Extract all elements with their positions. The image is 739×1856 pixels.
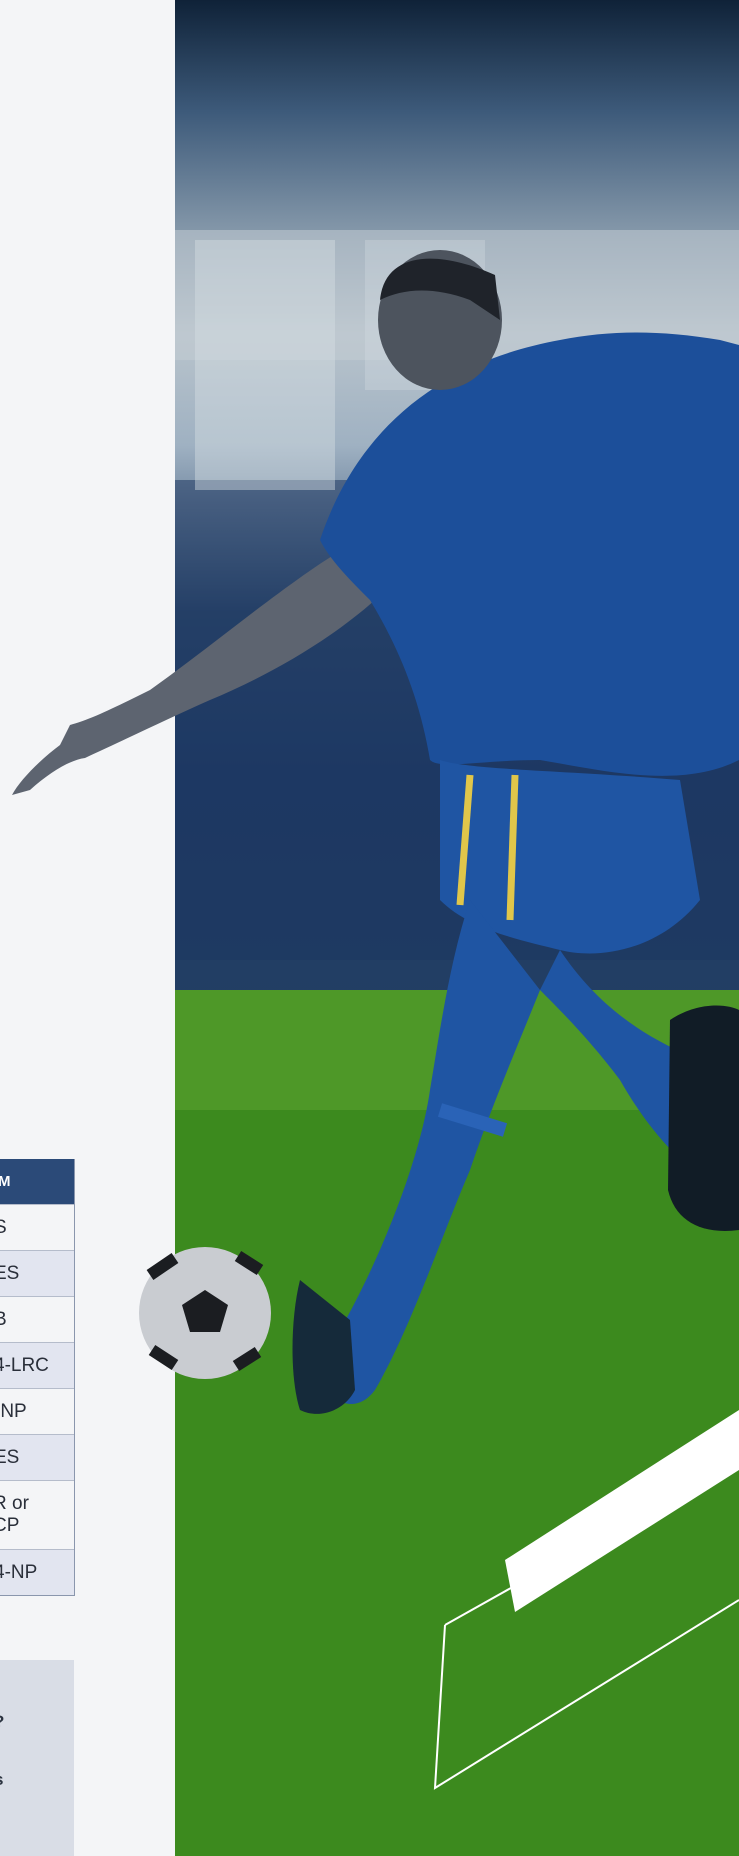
- player-figure: [12, 250, 739, 1414]
